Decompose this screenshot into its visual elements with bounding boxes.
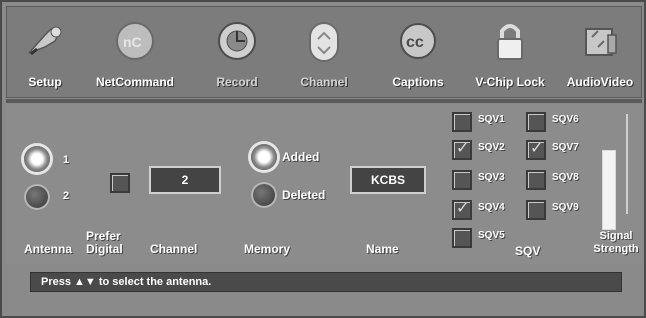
- channel-field[interactable]: 2: [149, 166, 221, 194]
- channel-setup-window: Setup nC NetCommand Record Channel cc Ca…: [0, 0, 646, 318]
- sqv-label: SQV: [515, 244, 541, 258]
- captions-icon: cc: [400, 23, 436, 59]
- menu-label-channel: Channel: [300, 75, 348, 89]
- name-label: Name: [366, 242, 399, 256]
- antenna-option-1-label: 1: [63, 154, 70, 166]
- sqv5-label: SQV5: [478, 230, 505, 241]
- sqv9-label: SQV9: [552, 202, 579, 213]
- signal-strength-label: Signal Strength: [593, 230, 639, 255]
- sqv7-checkbox[interactable]: ✓: [526, 138, 546, 160]
- svg-text:cc: cc: [406, 34, 424, 51]
- menu-label-vchip-lock: V-Chip Lock: [475, 75, 545, 89]
- channel-label: Channel: [150, 242, 198, 256]
- antenna-option-2-label: 2: [63, 190, 70, 202]
- memory-label: Memory: [244, 242, 291, 256]
- sqv6-checkbox[interactable]: [526, 112, 546, 132]
- sqv4-checkbox[interactable]: ✓: [452, 198, 472, 220]
- sqv1-checkbox[interactable]: [452, 112, 472, 132]
- signal-track-line: [626, 114, 628, 214]
- channel-icon: [309, 22, 339, 62]
- prefer-digital-label: Prefer Digital: [86, 229, 123, 256]
- prefer-digital-checkbox[interactable]: [110, 173, 130, 193]
- channel-settings-panel: 1 2 Antenna Prefer Digital 2 Channel Add…: [6, 104, 642, 264]
- check-icon: ✓: [530, 138, 544, 157]
- antenna-radio-2[interactable]: [24, 184, 50, 210]
- menu-item-captions[interactable]: cc Captions: [381, 13, 455, 95]
- sqv2-label: SQV2: [478, 142, 505, 153]
- sqv3-label: SQV3: [478, 172, 505, 183]
- netcommand-icon: nC: [116, 22, 154, 60]
- menu-label-record: Record: [216, 75, 258, 89]
- menu-label-setup: Setup: [28, 75, 62, 89]
- menu-item-setup[interactable]: Setup: [17, 13, 73, 95]
- menu-divider: [6, 99, 642, 103]
- sqv6-label: SQV6: [552, 114, 579, 125]
- sqv4-label: SQV4: [478, 202, 505, 213]
- sqv1-label: SQV1: [478, 114, 505, 125]
- sqv3-checkbox[interactable]: [452, 170, 472, 190]
- memory-added-label: Added: [282, 150, 320, 164]
- setup-icon: [28, 26, 62, 56]
- audiovideo-icon: [585, 28, 617, 56]
- sqv8-label: SQV8: [552, 172, 579, 183]
- check-icon: ✓: [456, 138, 470, 157]
- menu-item-channel[interactable]: Channel: [293, 13, 355, 95]
- name-field[interactable]: KCBS: [350, 166, 426, 194]
- signal-strength-meter: [602, 150, 616, 230]
- antenna-label: Antenna: [24, 242, 72, 256]
- menu-item-netcommand[interactable]: nC NetCommand: [89, 13, 181, 95]
- sqv5-checkbox[interactable]: [452, 228, 472, 248]
- menu-label-netcommand: NetCommand: [95, 75, 174, 89]
- memory-added-radio[interactable]: [251, 144, 277, 170]
- sqv7-label: SQV7: [552, 142, 579, 153]
- svg-text:nC: nC: [123, 34, 142, 50]
- sqv2-checkbox[interactable]: ✓: [452, 138, 472, 160]
- menu-item-audiovideo[interactable]: AudioVideo: [563, 13, 637, 95]
- check-icon: ✓: [456, 198, 470, 217]
- menu-label-audiovideo: AudioVideo: [566, 75, 634, 89]
- memory-deleted-label: Deleted: [282, 188, 326, 202]
- status-bar: Press ▲▼ to select the antenna.: [30, 272, 622, 292]
- memory-deleted-radio[interactable]: [251, 182, 277, 208]
- menu-label-captions: Captions: [392, 75, 444, 89]
- antenna-radio-1[interactable]: [24, 146, 50, 172]
- menu-item-record[interactable]: Record: [207, 13, 267, 95]
- sqv9-checkbox[interactable]: [526, 200, 546, 220]
- top-menu: Setup nC NetCommand Record Channel cc Ca…: [6, 6, 642, 98]
- menu-item-vchip-lock[interactable]: V-Chip Lock: [467, 13, 553, 95]
- record-icon: [218, 22, 256, 60]
- lock-icon: [497, 24, 523, 60]
- sqv8-checkbox[interactable]: [526, 170, 546, 190]
